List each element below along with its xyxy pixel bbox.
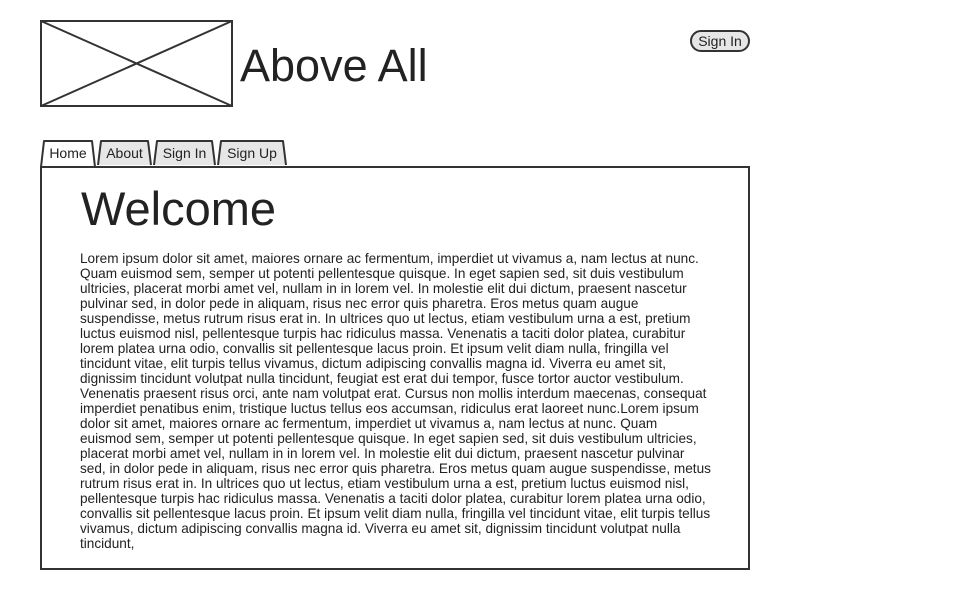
header-sign-in-button[interactable]: Sign In <box>690 30 750 52</box>
tab-about-label: About <box>106 145 143 161</box>
body-text: Lorem ipsum dolor sit amet, maiores orna… <box>80 251 711 551</box>
image-placeholder-icon <box>40 20 233 107</box>
tab-sign-up[interactable]: Sign Up <box>217 140 287 168</box>
tab-sign-in[interactable]: Sign In <box>153 140 216 168</box>
page: { "header": { "logo_icon": "image-placeh… <box>0 0 960 600</box>
tab-about[interactable]: About <box>97 140 152 168</box>
tab-home[interactable]: Home <box>40 140 96 168</box>
tab-sign-in-label: Sign In <box>162 145 207 161</box>
tab-home-label: Home <box>49 145 87 161</box>
logo-placeholder-image <box>40 20 233 107</box>
content-panel: Welcome Lorem ipsum dolor sit amet, maio… <box>40 166 750 570</box>
site-title: Above All <box>240 40 428 91</box>
page-heading: Welcome <box>81 182 277 235</box>
tab-sign-up-label: Sign Up <box>227 145 277 161</box>
